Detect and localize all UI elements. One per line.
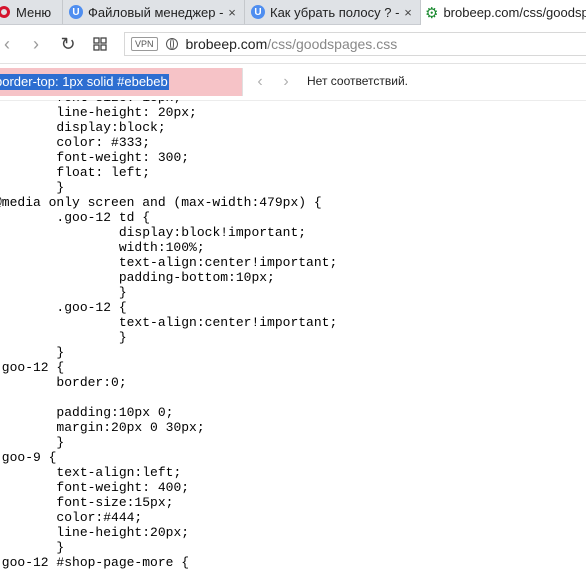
find-query: border-top: 1px solid #ebebeb (0, 74, 169, 90)
find-status: Нет соответствий. (307, 74, 408, 88)
tab-file-manager[interactable]: U Файловый менеджер - × (62, 0, 244, 24)
address-bar[interactable]: VPN brobeep.com/css/goodspages.css (124, 32, 586, 56)
chevron-left-icon: ‹ (257, 73, 263, 90)
url-host: brobeep.com (185, 36, 268, 52)
css-source-view: font-size: 15px; line-height: 20px; disp… (0, 100, 586, 580)
back-button[interactable]: ‹ (0, 33, 18, 55)
css-source-text: font-size: 15px; line-height: 20px; disp… (0, 100, 338, 570)
vpn-badge[interactable]: VPN (131, 37, 158, 51)
find-bar: border-top: 1px solid #ebebeb ‹ › Нет со… (0, 64, 586, 101)
chevron-right-icon: › (283, 73, 289, 90)
tab-remove-strip[interactable]: U Как убрать полосу ? - × (244, 0, 420, 24)
chevron-right-icon: › (33, 33, 39, 54)
divider (242, 68, 243, 96)
site-favicon-icon: U (69, 5, 83, 19)
find-previous-button[interactable]: ‹ (251, 73, 269, 91)
globe-icon (165, 38, 178, 50)
opera-menu-button[interactable]: Меню (0, 0, 62, 24)
tab-bar: Меню U Файловый менеджер - × U Как убрат… (0, 0, 586, 25)
reload-button[interactable]: ↻ (57, 33, 79, 55)
tab-title: Файловый менеджер - (88, 4, 224, 20)
forward-button[interactable]: › (25, 33, 47, 55)
gear-icon: ⚙ (425, 4, 439, 22)
close-tab-icon[interactable]: × (224, 5, 240, 20)
opera-logo-icon (0, 6, 10, 18)
url-path: /css/goodspages.css (267, 36, 398, 52)
find-next-button[interactable]: › (277, 73, 295, 91)
tab-title: brobeep.com/css/goodspages.css (443, 5, 586, 20)
speed-dial-button[interactable] (89, 33, 111, 55)
navigation-bar: ‹ › ↻ VPN brobeep.com/css/goodspages.css (0, 25, 586, 64)
find-input[interactable]: border-top: 1px solid #ebebeb (0, 68, 242, 96)
tab-title: Как убрать полосу ? - (270, 4, 400, 20)
site-favicon-icon: U (251, 5, 265, 19)
reload-icon: ↻ (60, 33, 76, 54)
grid-icon (93, 37, 107, 51)
menu-label: Меню (16, 4, 52, 20)
close-tab-icon[interactable]: × (400, 5, 416, 20)
chevron-left-icon: ‹ (4, 33, 10, 54)
tab-goodspages-css[interactable]: ⚙ brobeep.com/css/goodspages.css (420, 0, 586, 25)
